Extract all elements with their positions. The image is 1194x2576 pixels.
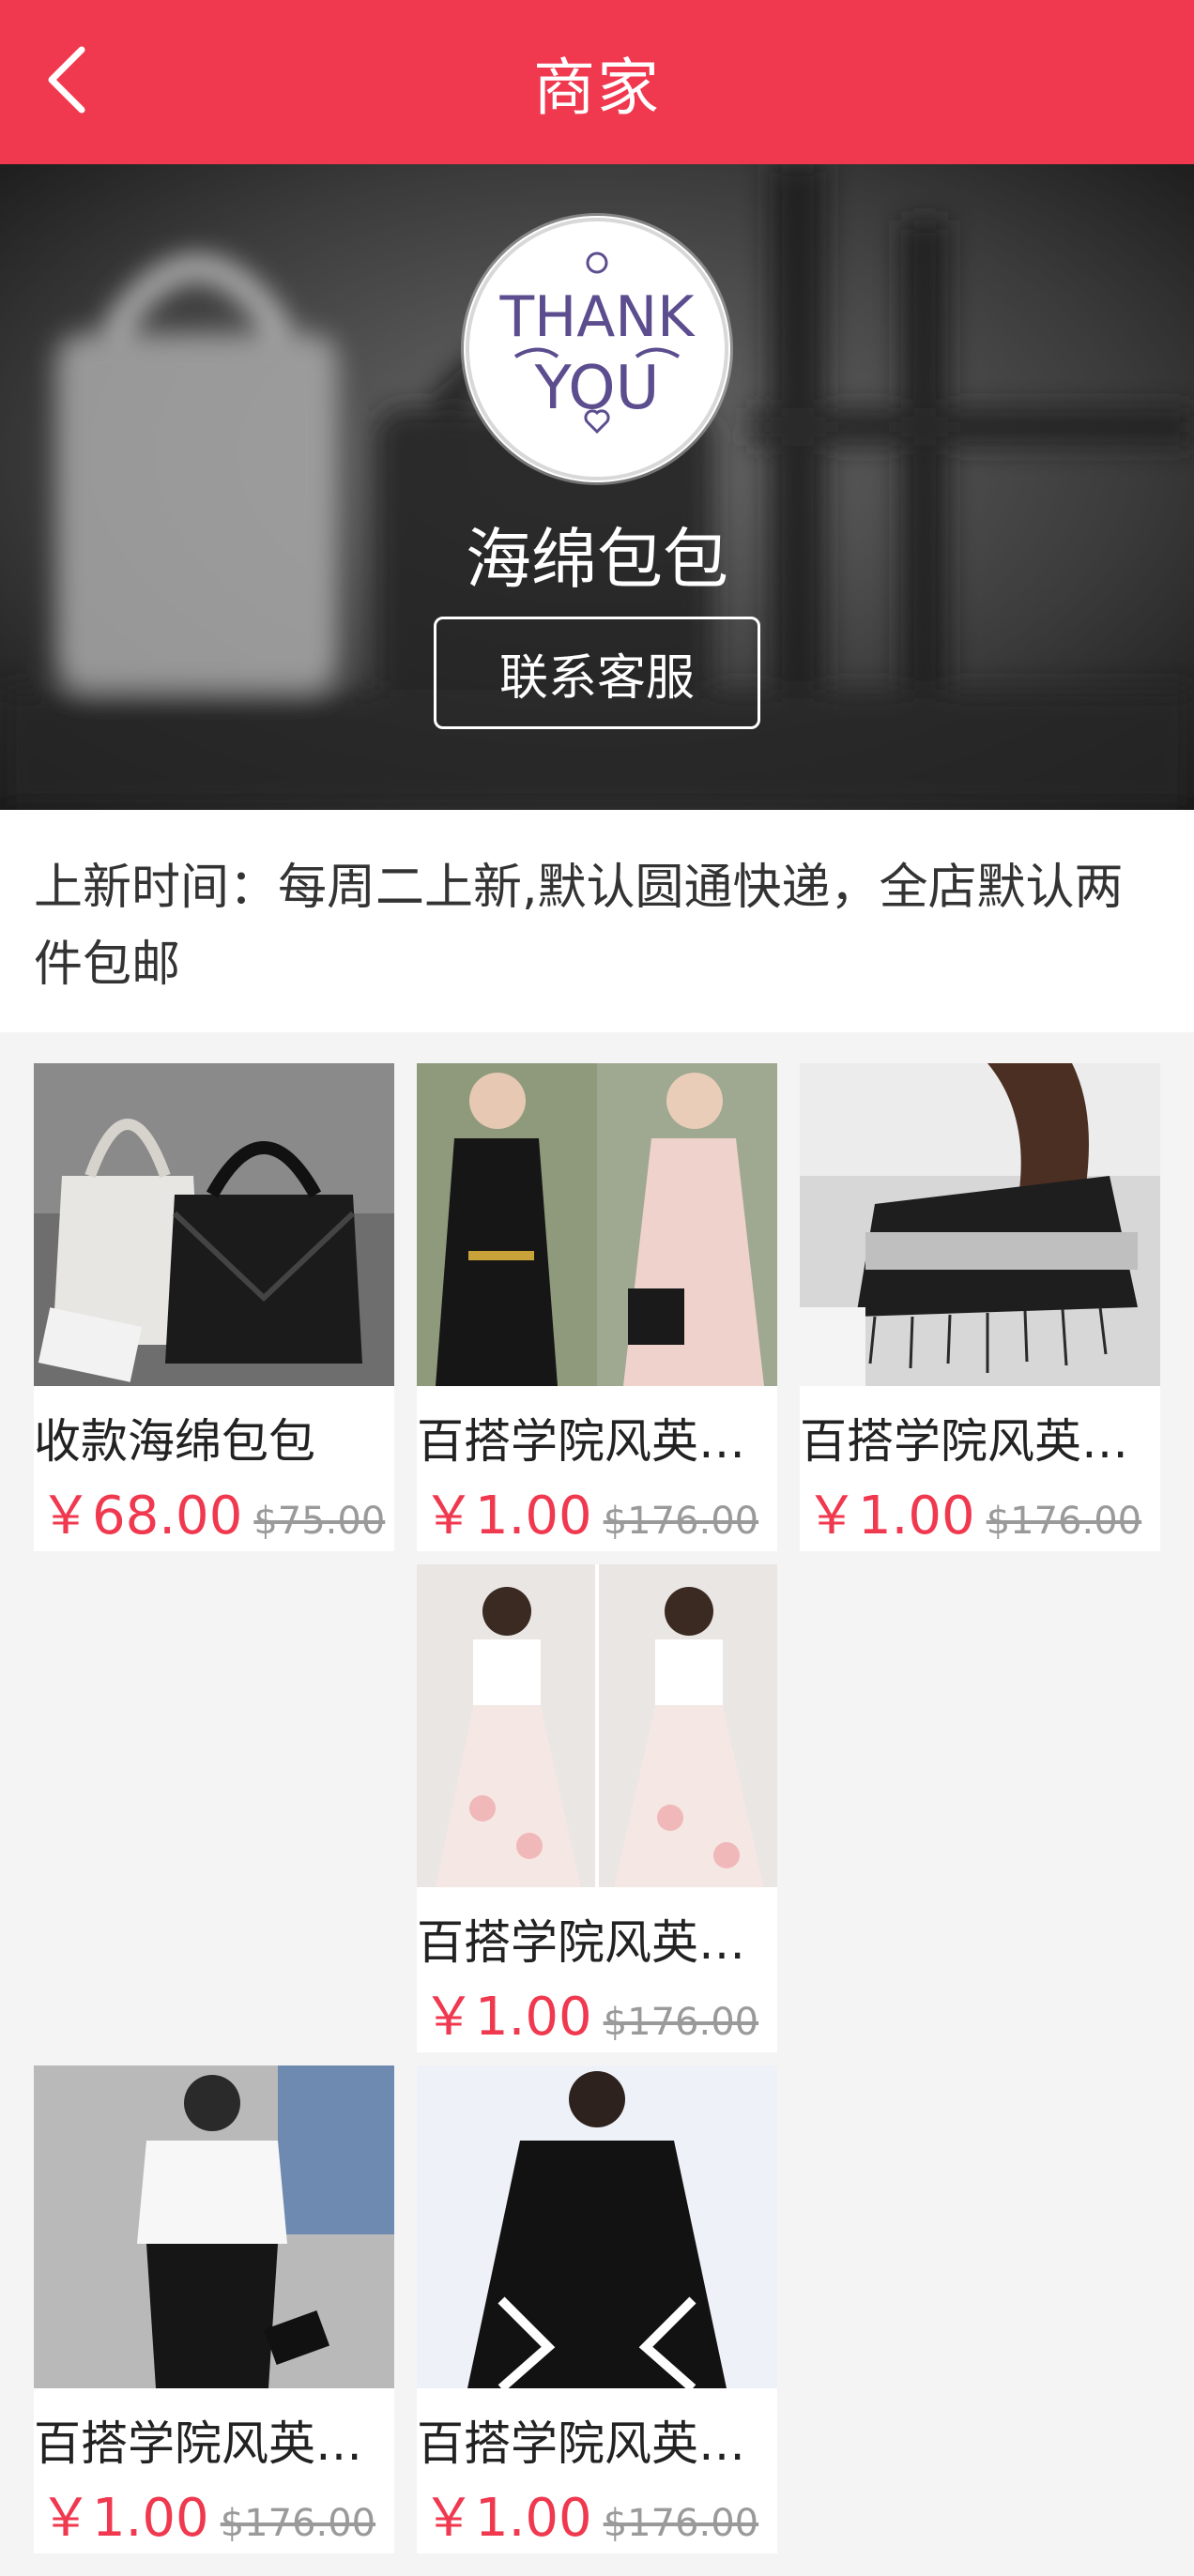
product-name: 收款海绵包包	[34, 1414, 315, 1469]
product-name: 百搭学院风英伦风小皮鞋	[417, 1414, 777, 1469]
product-name: 百搭学院风英伦风小皮鞋	[417, 2416, 777, 2471]
product-card[interactable]: 收款海绵包包 ￥68.00 $75.00	[34, 1063, 394, 1551]
shop-notice: 上新时间：每周二上新,默认圆通快递，全店默认两件包邮	[0, 810, 1194, 1032]
product-name: 百搭学院风英伦风小皮鞋	[800, 1414, 1160, 1469]
thank-you-logo: THANK YOU	[466, 218, 728, 480]
product-card[interactable]: 百搭学院风英伦风小皮鞋 ￥1.00 $176.00	[417, 1063, 777, 1551]
product-price: ￥1.00	[422, 2488, 592, 2549]
product-original-price: $176.00	[603, 2502, 759, 2545]
product-price: ￥1.00	[805, 1486, 975, 1547]
product-price: ￥1.00	[422, 1987, 592, 2048]
product-price: ￥1.00	[39, 2488, 209, 2549]
product-image	[800, 1063, 1160, 1386]
back-button[interactable]	[17, 28, 120, 131]
product-original-price: $176.00	[986, 1500, 1142, 1543]
product-original-price: $176.00	[220, 2502, 376, 2545]
page-title: 商家	[533, 51, 661, 124]
svg-text:THANK: THANK	[498, 284, 696, 350]
product-price: ￥68.00	[39, 1486, 243, 1547]
shop-name: 海绵包包	[466, 521, 728, 598]
shop-banner: THANK YOU 海绵包包 联系客服	[0, 164, 1194, 810]
product-name: 百搭学院风英伦风小皮鞋	[417, 1915, 777, 1970]
shop-avatar: THANK YOU	[464, 216, 730, 482]
product-name: 百搭学院风英伦风小皮鞋	[34, 2416, 394, 2471]
product-card[interactable]: 百搭学院风英伦风小皮鞋 ￥1.00 $176.00	[34, 2065, 394, 2553]
product-price: ￥1.00	[422, 1486, 592, 1547]
contact-service-button[interactable]: 联系客服	[434, 617, 760, 729]
product-image	[34, 1063, 394, 1386]
product-image	[417, 1063, 777, 1386]
product-image	[417, 2065, 777, 2388]
product-original-price: $176.00	[603, 1500, 759, 1543]
product-card[interactable]: 百搭学院风英伦风小皮鞋 ￥1.00 $176.00	[800, 1063, 1160, 1551]
product-original-price: $176.00	[603, 2001, 759, 2044]
product-original-price: $75.00	[253, 1500, 386, 1543]
chevron-left-icon	[48, 46, 85, 114]
product-card[interactable]: 百搭学院风英伦风小皮鞋 ￥1.00 $176.00	[417, 1564, 777, 2052]
product-card[interactable]: 百搭学院风英伦风小皮鞋 ￥1.00 $176.00	[417, 2065, 777, 2553]
top-bar: 商家	[0, 0, 1194, 164]
product-image	[34, 2065, 394, 2388]
product-image	[417, 1564, 777, 1887]
